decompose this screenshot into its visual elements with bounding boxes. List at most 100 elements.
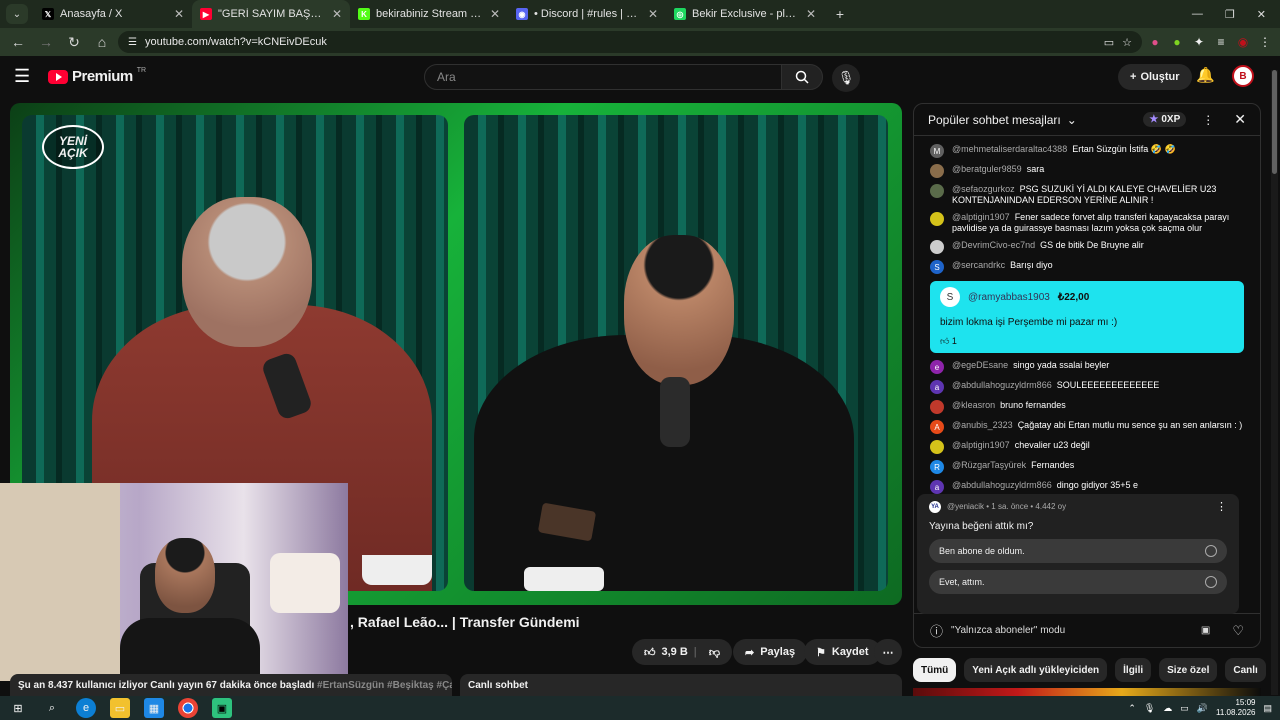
close-icon[interactable]: ✕ — [1234, 111, 1246, 128]
chat-username[interactable]: @egeDEsane — [952, 360, 1008, 370]
tray-overflow-icon[interactable]: ⌃ — [1128, 703, 1136, 714]
minimize-button[interactable]: — — [1192, 8, 1203, 21]
close-icon[interactable]: ✕ — [490, 7, 500, 21]
back-button[interactable]: ← — [6, 30, 30, 54]
poll-menu-icon[interactable]: ⋮ — [1216, 500, 1227, 513]
save-button[interactable]: ⚑ Kaydet — [804, 639, 881, 665]
menu-icon[interactable]: ☰ — [14, 66, 30, 87]
cast-icon[interactable]: ▭ — [1104, 36, 1114, 49]
description-box[interactable]: Şu an 8.437 kullanıcı izliyor Canlı yayı… — [10, 674, 452, 696]
extension-icon[interactable]: ● — [1168, 33, 1186, 51]
search-icon[interactable]: ⌕ — [42, 698, 62, 718]
tab-kick[interactable]: Kbekirabiniz Stream - Watch Live ✕ — [350, 0, 508, 28]
notifications-icon[interactable]: ▤ — [1263, 703, 1272, 714]
chat-username[interactable]: @abdullahoguzyldrm866 — [952, 480, 1052, 490]
avatar[interactable] — [930, 400, 944, 414]
poll-option[interactable]: Evet, attım. — [929, 570, 1227, 594]
chat-username[interactable]: @DevrimCivo-ec7nd — [952, 240, 1035, 250]
terminal-app-icon[interactable]: ▣ — [212, 698, 232, 718]
bookmark-star-icon[interactable]: ☆ — [1122, 36, 1132, 49]
avatar[interactable]: e — [930, 360, 944, 374]
close-icon[interactable]: ✕ — [806, 7, 816, 21]
chat-username[interactable]: @alptigin1907 — [952, 440, 1010, 450]
superchat-like[interactable]: 👍︎ 1 — [940, 336, 1234, 347]
youtube-logo[interactable]: Premium TR — [48, 67, 146, 85]
share-button[interactable]: ➦ Paylaş — [733, 639, 808, 665]
chat-username[interactable]: @RüzgarTaşyürek — [952, 460, 1026, 470]
avatar[interactable] — [930, 164, 944, 178]
notifications-bell-icon[interactable]: 🔔 — [1196, 66, 1215, 84]
avatar[interactable] — [930, 184, 944, 198]
filter-chip[interactable]: İlgili — [1115, 658, 1152, 682]
file-explorer-icon[interactable]: ▭ — [110, 698, 130, 718]
chat-username[interactable]: @anubis_2323 — [952, 420, 1013, 430]
cloud-icon[interactable]: ☁ — [1163, 703, 1172, 714]
tab-x-logo[interactable]: 𝕏 Anasayfa / X ✕ — [34, 0, 192, 28]
url-field[interactable]: ☰ youtube.com/watch?v=kCNEivDEcuk ▭ ☆ — [118, 31, 1142, 53]
microphone-icon[interactable]: 🎙 — [1144, 703, 1155, 714]
chat-username[interactable]: @kleasron — [952, 400, 995, 410]
tab-spotify[interactable]: ◎ Bekir Exclusive - playlist by Bek ✕ — [666, 0, 824, 28]
tab-discord[interactable]: ◉ • Discord | #rules | bekirabiniz ✕ — [508, 0, 666, 28]
new-tab-button[interactable]: + — [828, 2, 852, 26]
close-icon[interactable]: ✕ — [174, 7, 184, 21]
page-scrollbar[interactable] — [1271, 70, 1278, 695]
like-button[interactable]: 👍︎ 3,9 B | 👎︎ — [632, 639, 733, 665]
site-info-icon[interactable]: ☰ — [128, 37, 137, 48]
close-icon[interactable]: ✕ — [648, 7, 658, 21]
extension-icon[interactable]: ● — [1146, 33, 1164, 51]
super-chat-card[interactable]: S @ramyabbas1903 ₺22,00 bizim lokma işi … — [930, 281, 1244, 353]
chat-username[interactable]: @sefaozgurkoz — [952, 184, 1015, 194]
scrollbar-thumb[interactable] — [1272, 70, 1277, 174]
live-chat-replay-bar[interactable]: Canlı sohbet — [460, 674, 902, 696]
clock[interactable]: 15:09 11.08.2026 — [1216, 698, 1255, 718]
profile-icon[interactable]: ◉ — [1234, 33, 1252, 51]
chat-username[interactable]: @beratguler9859 — [952, 164, 1022, 174]
home-icon[interactable]: ⌂ — [90, 30, 114, 54]
avatar[interactable]: A — [930, 420, 944, 434]
store-icon[interactable]: ▦ — [144, 698, 164, 718]
info-icon[interactable]: ⓘ — [930, 621, 943, 640]
chat-username[interactable]: @abdullahoguzyldrm866 — [952, 380, 1052, 390]
tab-search-button[interactable]: ⌄ — [6, 4, 28, 24]
create-button[interactable]: + Oluştur — [1118, 64, 1192, 90]
reading-list-icon[interactable]: ≡ — [1212, 33, 1230, 51]
avatar[interactable]: S — [930, 260, 944, 274]
network-icon[interactable]: ▭ — [1180, 703, 1189, 714]
chat-username[interactable]: @sercandrkc — [952, 260, 1005, 270]
close-window-button[interactable]: ✕ — [1257, 8, 1266, 21]
gift-icon[interactable]: ▣ — [1201, 625, 1210, 636]
search-input[interactable]: Ara — [424, 64, 782, 90]
close-icon[interactable]: ✕ — [332, 7, 342, 21]
tab-youtube[interactable]: ▶ "GERİ SAYIM BAŞLADI!" Du ✕ — [192, 0, 350, 28]
maximize-button[interactable]: ❐ — [1225, 8, 1235, 21]
edge-icon[interactable]: e — [76, 698, 96, 718]
chrome-icon[interactable] — [178, 698, 198, 718]
poll-option[interactable]: Ben abone de oldum. — [929, 539, 1227, 563]
chat-username[interactable]: @alptigin1907 — [952, 212, 1010, 222]
chat-mode-selector[interactable]: Popüler sohbet mesajları — [928, 113, 1061, 127]
reload-button[interactable]: ↻ — [62, 30, 86, 54]
search-button[interactable] — [781, 64, 823, 90]
xp-badge[interactable]: ★ 0XP — [1143, 112, 1187, 127]
thumbs-down-icon[interactable]: 👎︎ — [709, 646, 720, 659]
avatar[interactable]: M — [930, 144, 944, 158]
heart-icon[interactable]: ♡ — [1232, 623, 1244, 639]
filter-chip[interactable]: Yeni Açık adlı yükleyiciden — [964, 658, 1108, 682]
avatar[interactable]: R — [930, 460, 944, 474]
chat-menu-icon[interactable]: ⋮ — [1202, 113, 1214, 127]
avatar[interactable]: B — [1232, 65, 1254, 87]
filter-chip[interactable]: Size özel — [1159, 658, 1218, 682]
avatar[interactable]: a — [930, 380, 944, 394]
filter-chip[interactable]: Canlı — [1225, 658, 1266, 682]
avatar[interactable] — [930, 240, 944, 254]
extensions-puzzle-icon[interactable]: ✦ — [1190, 33, 1208, 51]
recommendation-thumbnail[interactable] — [913, 688, 1261, 696]
chevron-down-icon[interactable]: ⌄ — [1067, 113, 1077, 127]
microphone-icon[interactable]: 🎙 — [832, 64, 860, 92]
filter-chip[interactable]: Tümü — [913, 658, 957, 682]
windows-start-icon[interactable]: ⊞ — [8, 698, 28, 718]
volume-icon[interactable]: 🔊 — [1197, 703, 1208, 714]
avatar[interactable] — [930, 212, 944, 226]
browser-menu-icon[interactable]: ⋮ — [1256, 33, 1274, 51]
